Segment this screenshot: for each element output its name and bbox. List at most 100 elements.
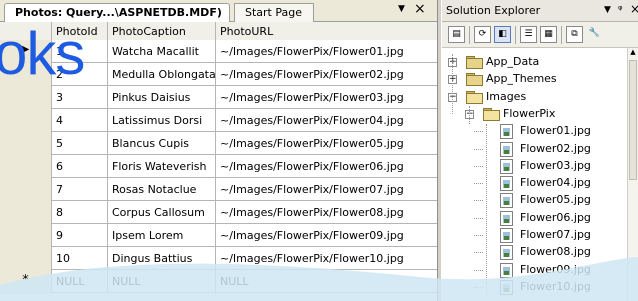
cell-photocaption[interactable]: Rosas Notaclue — [108, 178, 216, 201]
cell-photourl[interactable]: ~/Images/FlowerPix/Flower10.jpg — [216, 247, 437, 270]
tree-item-label: App_Data — [486, 55, 540, 68]
tree-item-label: Flower06.jpg — [520, 210, 591, 224]
cell-photocaption[interactable]: Watcha Macallit — [108, 40, 216, 63]
tree-file[interactable]: Flower10.jpg — [442, 279, 626, 296]
cell-photocaption[interactable]: Latissimus Dorsi — [108, 109, 216, 132]
image-file-icon — [500, 141, 513, 157]
row-selector[interactable] — [0, 132, 52, 155]
cell-photocaption[interactable]: Floris Wateverish — [108, 155, 216, 178]
toolbar-separator — [515, 26, 516, 44]
tree-item-label: FlowerPix — [503, 106, 556, 120]
tree-file[interactable]: Flower05.jpg — [442, 192, 626, 209]
table-row[interactable]: 7 Rosas Notaclue ~/Images/FlowerPix/Flower… — [0, 178, 437, 201]
cell-photourl[interactable]: ~/Images/FlowerPix/Flower09.jpg — [216, 224, 437, 247]
solution-explorer-titlebar: Solution Explorer ▼ ᵠ × — [442, 0, 638, 22]
tree-item-label: Flower03.jpg — [520, 158, 591, 172]
cell-photoid[interactable]: 10 — [52, 247, 108, 270]
close-icon[interactable]: × — [630, 2, 638, 16]
tree-file[interactable]: Flower01.jpg — [442, 123, 626, 140]
cell-photourl[interactable]: ~/Images/FlowerPix/Flower04.jpg — [216, 109, 437, 132]
cell-photourl[interactable]: ~/Images/FlowerPix/Flower07.jpg — [216, 178, 437, 201]
cell-photocaption[interactable]: NULL — [108, 270, 216, 293]
row-selector[interactable] — [0, 109, 52, 132]
copy-website-icon[interactable]: ⧉ — [566, 26, 583, 43]
table-row[interactable]: 9 Ipsem Lorem ~/Images/FlowerPix/Flower09.… — [0, 224, 437, 247]
tree-folder-app_themes[interactable]: + App_Themes — [442, 71, 626, 88]
cell-photoid[interactable]: 7 — [52, 178, 108, 201]
cell-photocaption[interactable]: Ipsem Lorem — [108, 224, 216, 247]
pin-icon[interactable]: ▼ — [604, 5, 611, 15]
cell-photocaption[interactable]: Corpus Callosum — [108, 201, 216, 224]
tree-file[interactable]: Flower07.jpg — [442, 227, 626, 244]
table-row[interactable]: 4 Latissimus Dorsi ~/Images/FlowerPix/Flow… — [0, 109, 437, 132]
cell-photoid[interactable]: 3 — [52, 86, 108, 109]
tree-file[interactable]: Flower02.jpg — [442, 141, 626, 158]
solution-explorer-panel: Solution Explorer ▼ ᵠ × ▤ ⟳ ◧ ☰ ▦ ⧉ 🔧 + A… — [442, 0, 638, 301]
tree-file[interactable]: Flower09.jpg — [442, 262, 626, 279]
close-icon[interactable]: × — [414, 1, 426, 17]
aspnet-config-icon[interactable]: 🔧 — [586, 26, 603, 43]
vertical-scrollbar[interactable]: ▲ — [627, 48, 638, 301]
cell-photocaption[interactable]: Medulla Oblongata — [108, 63, 216, 86]
row-selector[interactable] — [0, 155, 52, 178]
view-designer-icon[interactable]: ▦ — [540, 26, 557, 43]
solution-explorer-title: Solution Explorer — [446, 4, 541, 17]
tree-item-label: Images — [486, 89, 527, 103]
cell-photoid[interactable]: 9 — [52, 224, 108, 247]
cell-photourl[interactable]: ~/Images/FlowerPix/Flower08.jpg — [216, 201, 437, 224]
tab-start-page[interactable]: Start Page — [234, 3, 314, 22]
view-code-icon[interactable]: ☰ — [520, 26, 537, 43]
table-row[interactable]: 10 Dingus Battius ~/Images/FlowerPix/Flowe… — [0, 247, 437, 270]
tree-guide-line — [469, 106, 470, 124]
cell-photoid[interactable]: 5 — [52, 132, 108, 155]
scroll-up-arrow-icon[interactable]: ▲ — [628, 48, 638, 58]
tree-file[interactable]: Flower08.jpg — [442, 244, 626, 261]
image-file-icon — [500, 210, 513, 226]
image-file-icon — [500, 124, 513, 140]
properties-icon[interactable]: ▤ — [448, 26, 465, 43]
cell-photourl[interactable]: NULL — [216, 270, 437, 293]
cell-photourl[interactable]: ~/Images/FlowerPix/Flower01.jpg — [216, 40, 437, 63]
tree-file[interactable]: Flower04.jpg — [442, 175, 626, 192]
tree-connector — [474, 131, 483, 133]
cell-photocaption[interactable]: Pinkus Daisius — [108, 86, 216, 109]
image-file-icon — [500, 245, 513, 261]
column-header-photocaption[interactable]: PhotoCaption — [108, 22, 216, 40]
cell-photourl[interactable]: ~/Images/FlowerPix/Flower06.jpg — [216, 155, 437, 178]
cell-photoid[interactable]: 4 — [52, 109, 108, 132]
dock-icon[interactable]: ᵠ — [618, 3, 623, 16]
table-row[interactable]: 6 Floris Wateverish ~/Images/FlowerPix/Flo… — [0, 155, 437, 178]
query-results-pane: Photos: Query...\ASPNETDB.MDF) Start Pag… — [0, 0, 437, 301]
table-row[interactable]: 5 Blancus Cupis ~/Images/FlowerPix/Flower0… — [0, 132, 437, 155]
cell-photourl[interactable]: ~/Images/FlowerPix/Flower02.jpg — [216, 63, 437, 86]
tree-folder-images[interactable]: − Images — [442, 89, 626, 106]
row-selector[interactable] — [0, 178, 52, 201]
table-row[interactable]: 8 Corpus Callosum ~/Images/FlowerPix/Flowe… — [0, 201, 437, 224]
tree-file[interactable]: Flower03.jpg — [442, 158, 626, 175]
cell-photoid[interactable]: NULL — [52, 270, 108, 293]
scrollbar-thumb[interactable] — [629, 60, 637, 180]
cell-photocaption[interactable]: Blancus Cupis — [108, 132, 216, 155]
tree-connector — [474, 200, 483, 202]
tree-connector — [474, 235, 483, 236]
image-file-icon — [500, 176, 513, 192]
cell-photourl[interactable]: ~/Images/FlowerPix/Flower03.jpg — [216, 86, 437, 109]
column-header-photourl[interactable]: PhotoURL — [216, 22, 437, 40]
dropdown-arrow-icon[interactable]: ▼ — [398, 4, 405, 14]
table-row[interactable]: 3 Pinkus Daisius ~/Images/FlowerPix/Flower… — [0, 86, 437, 109]
row-selector[interactable] — [0, 224, 52, 247]
cell-photoid[interactable]: 8 — [52, 201, 108, 224]
new-row[interactable]: * NULL NULL NULL — [0, 270, 437, 293]
row-selector[interactable] — [0, 201, 52, 224]
row-selector[interactable] — [0, 86, 52, 109]
row-selector[interactable] — [0, 247, 52, 270]
tree-file[interactable]: Flower06.jpg — [442, 210, 626, 227]
row-selector[interactable]: * — [0, 270, 52, 293]
refresh-icon[interactable]: ⟳ — [474, 26, 491, 43]
cell-photoid[interactable]: 6 — [52, 155, 108, 178]
cell-photocaption[interactable]: Dingus Battius — [108, 247, 216, 270]
nest-files-icon[interactable]: ◧ — [494, 26, 511, 43]
cell-photourl[interactable]: ~/Images/FlowerPix/Flower05.jpg — [216, 132, 437, 155]
tree-item-label: Flower04.jpg — [520, 176, 591, 190]
tree-folder-app_data[interactable]: + App_Data — [442, 54, 626, 71]
